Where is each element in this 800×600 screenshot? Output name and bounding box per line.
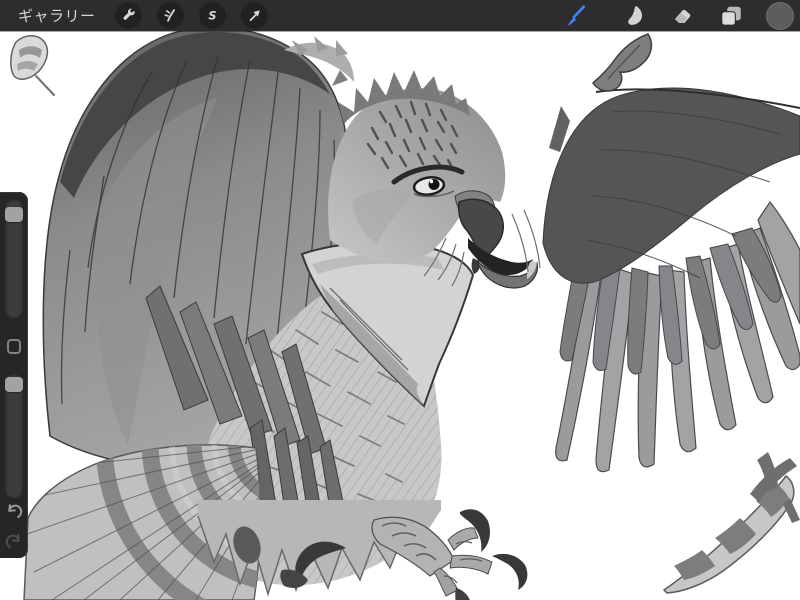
toolbar-right-group — [562, 1, 800, 30]
eraser-tool-button[interactable] — [670, 3, 696, 29]
procreate-window: ギャラリー S — [0, 0, 800, 600]
selection-button[interactable]: S — [198, 2, 226, 29]
smudge-finger-icon — [627, 6, 642, 25]
adjustments-button[interactable] — [156, 2, 184, 29]
modify-button[interactable] — [7, 339, 21, 354]
brush-size-handle[interactable] — [5, 207, 23, 222]
redo-icon — [5, 534, 20, 549]
eraser-icon — [675, 9, 691, 23]
color-swatch-button[interactable] — [766, 1, 794, 30]
smudge-tool-button[interactable] — [622, 3, 648, 29]
paint-tool-button[interactable] — [562, 3, 588, 29]
opacity-slider[interactable] — [5, 373, 23, 498]
selection-s-icon: S — [208, 8, 216, 22]
undo-icon — [8, 504, 23, 519]
layers-button[interactable] — [718, 3, 744, 29]
brush-sidebar — [0, 192, 28, 558]
hawk-artwork — [0, 0, 800, 600]
layers-icon — [721, 6, 741, 26]
opacity-handle[interactable] — [5, 377, 23, 392]
svg-text:S: S — [208, 8, 216, 22]
gallery-button[interactable]: ギャラリー — [18, 5, 100, 26]
top-toolbar: ギャラリー S — [0, 0, 800, 31]
actions-button[interactable] — [114, 2, 142, 29]
drawing-canvas[interactable] — [0, 0, 800, 600]
wrench-icon — [123, 8, 135, 20]
redo-button[interactable] — [2, 530, 26, 554]
transform-arrow-icon — [249, 10, 260, 21]
toolbar-left-group: ギャラリー S — [0, 2, 268, 29]
brush-size-slider[interactable] — [5, 198, 23, 318]
paintbrush-icon — [567, 4, 586, 26]
transform-button[interactable] — [240, 2, 268, 29]
magic-wand-icon — [163, 9, 175, 22]
undo-button[interactable] — [2, 500, 26, 524]
